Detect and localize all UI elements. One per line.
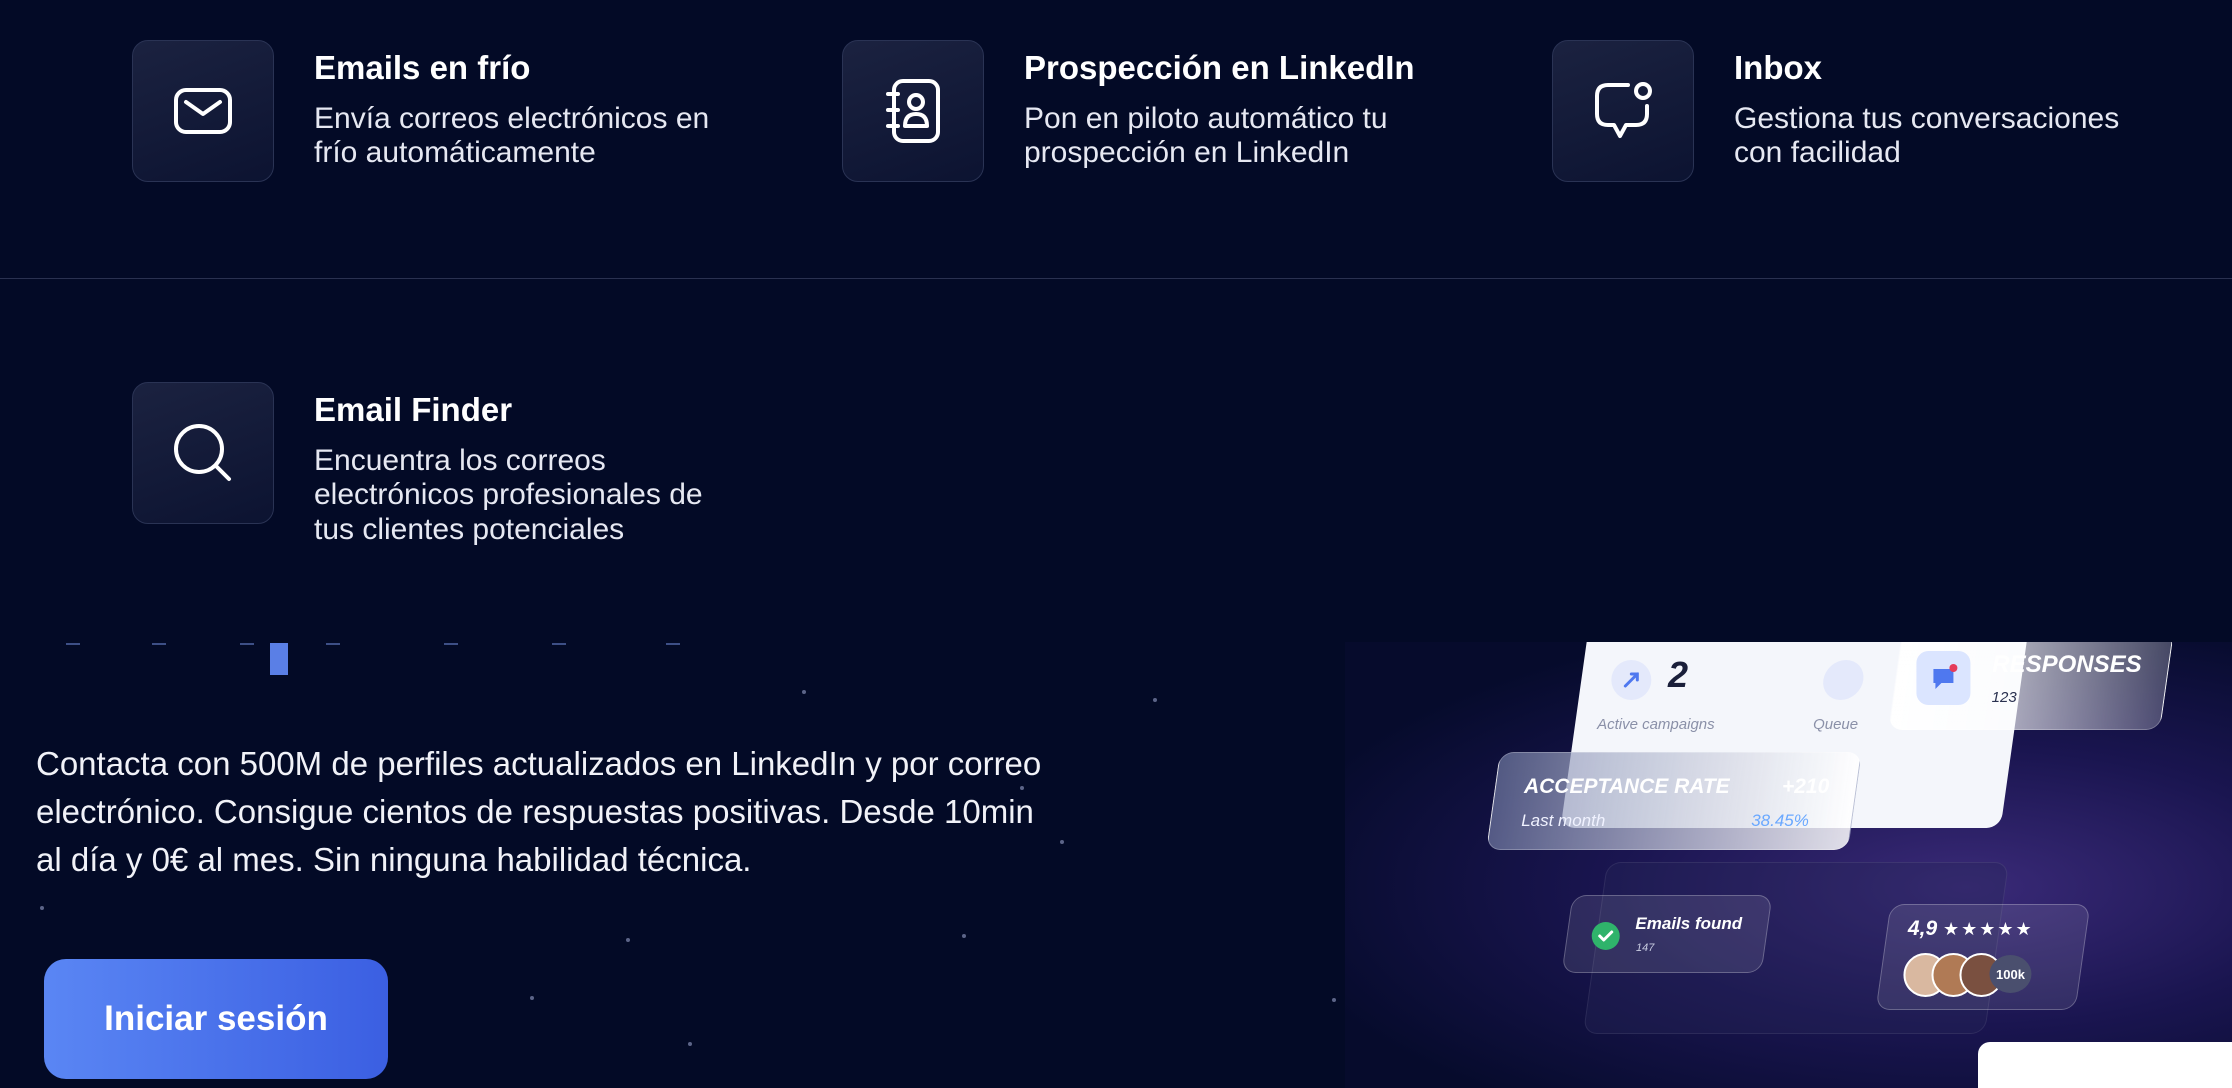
login-button[interactable]: Iniciar sesión [44,959,388,1079]
active-campaigns-count: 2 [1668,654,1689,695]
rocket-icon [1611,660,1652,700]
corner-panel [1978,1042,2232,1088]
feature-linkedin-prospecting[interactable]: Prospección en LinkedIn Pon en piloto au… [842,40,1415,182]
feature-description: Envía correos electrónicos en frío autom… [314,101,710,170]
responses-value: 123 [1991,689,2017,706]
chat-bubble-icon [1595,82,1652,138]
feature-icon-box [132,382,274,524]
feature-description: Encuentra los correos electrónicos profe… [314,443,703,546]
responses-card: RESPONSES 123 [1888,642,2174,730]
acceptance-rate-title: ACCEPTANCE RATE [1523,775,1730,798]
feature-icon-box [132,40,274,182]
feature-icon-box [842,40,984,182]
loading-indicator [60,643,700,677]
feature-inbox[interactable]: Inbox Gestiona tus conversaciones con fa… [1552,40,2119,182]
envelope-icon [174,88,232,134]
emails-found-card: Emails found 147 [1561,895,1773,973]
acceptance-rate-percent: 38.45% [1751,811,1809,830]
feature-title: Emails en frío [314,49,531,86]
acceptance-rate-card: ACCEPTANCE RATE +210 Last month 38.45% [1486,752,1862,850]
feature-email-finder[interactable]: Email Finder Encuentra los correos elect… [132,382,703,547]
contact-book-icon [886,79,940,143]
reviews-count: 100k [1989,955,2032,993]
feature-title: Prospección en LinkedIn [1024,49,1415,86]
rating-row: 4,9 ★★★★★ [1908,917,2034,941]
rating-stars: ★★★★★ [1942,919,2034,939]
avatar-group: 100k [1903,953,2073,997]
rating-card: 4,9 ★★★★★ 100k [1875,904,2091,1010]
emails-found-label: Emails found [1635,914,1743,933]
responses-title: RESPONSES [1992,651,2142,678]
acceptance-rate-delta: +210 [1781,775,1830,798]
search-icon [174,424,231,481]
message-icon [1916,651,1971,705]
feature-title: Email Finder [314,391,513,428]
queue-icon [1820,660,1867,700]
dashboard-mockup-illustration: 2 Active campaigns Queue RESPONSES 123 A… [1345,642,2232,1088]
queue-label: Queue [1813,716,1859,733]
feature-description: Gestiona tus conversaciones con facilida… [1734,101,2120,170]
emails-found-value: 147 [1636,942,1655,954]
section-divider [0,278,2232,279]
feature-icon-box [1552,40,1694,182]
feature-title: Inbox [1734,49,1822,86]
active-campaigns-label: Active campaigns [1597,716,1715,733]
hero-description: Contacta con 500M de perfiles actualizad… [36,745,1042,878]
feature-cold-emails[interactable]: Emails en frío Envía correos electrónico… [132,40,709,182]
feature-description: Pon en piloto automático tu prospección … [1024,101,1388,170]
rating-value: 4,9 [1907,917,1938,940]
acceptance-rate-period: Last month [1521,811,1606,830]
check-icon [1591,922,1620,950]
